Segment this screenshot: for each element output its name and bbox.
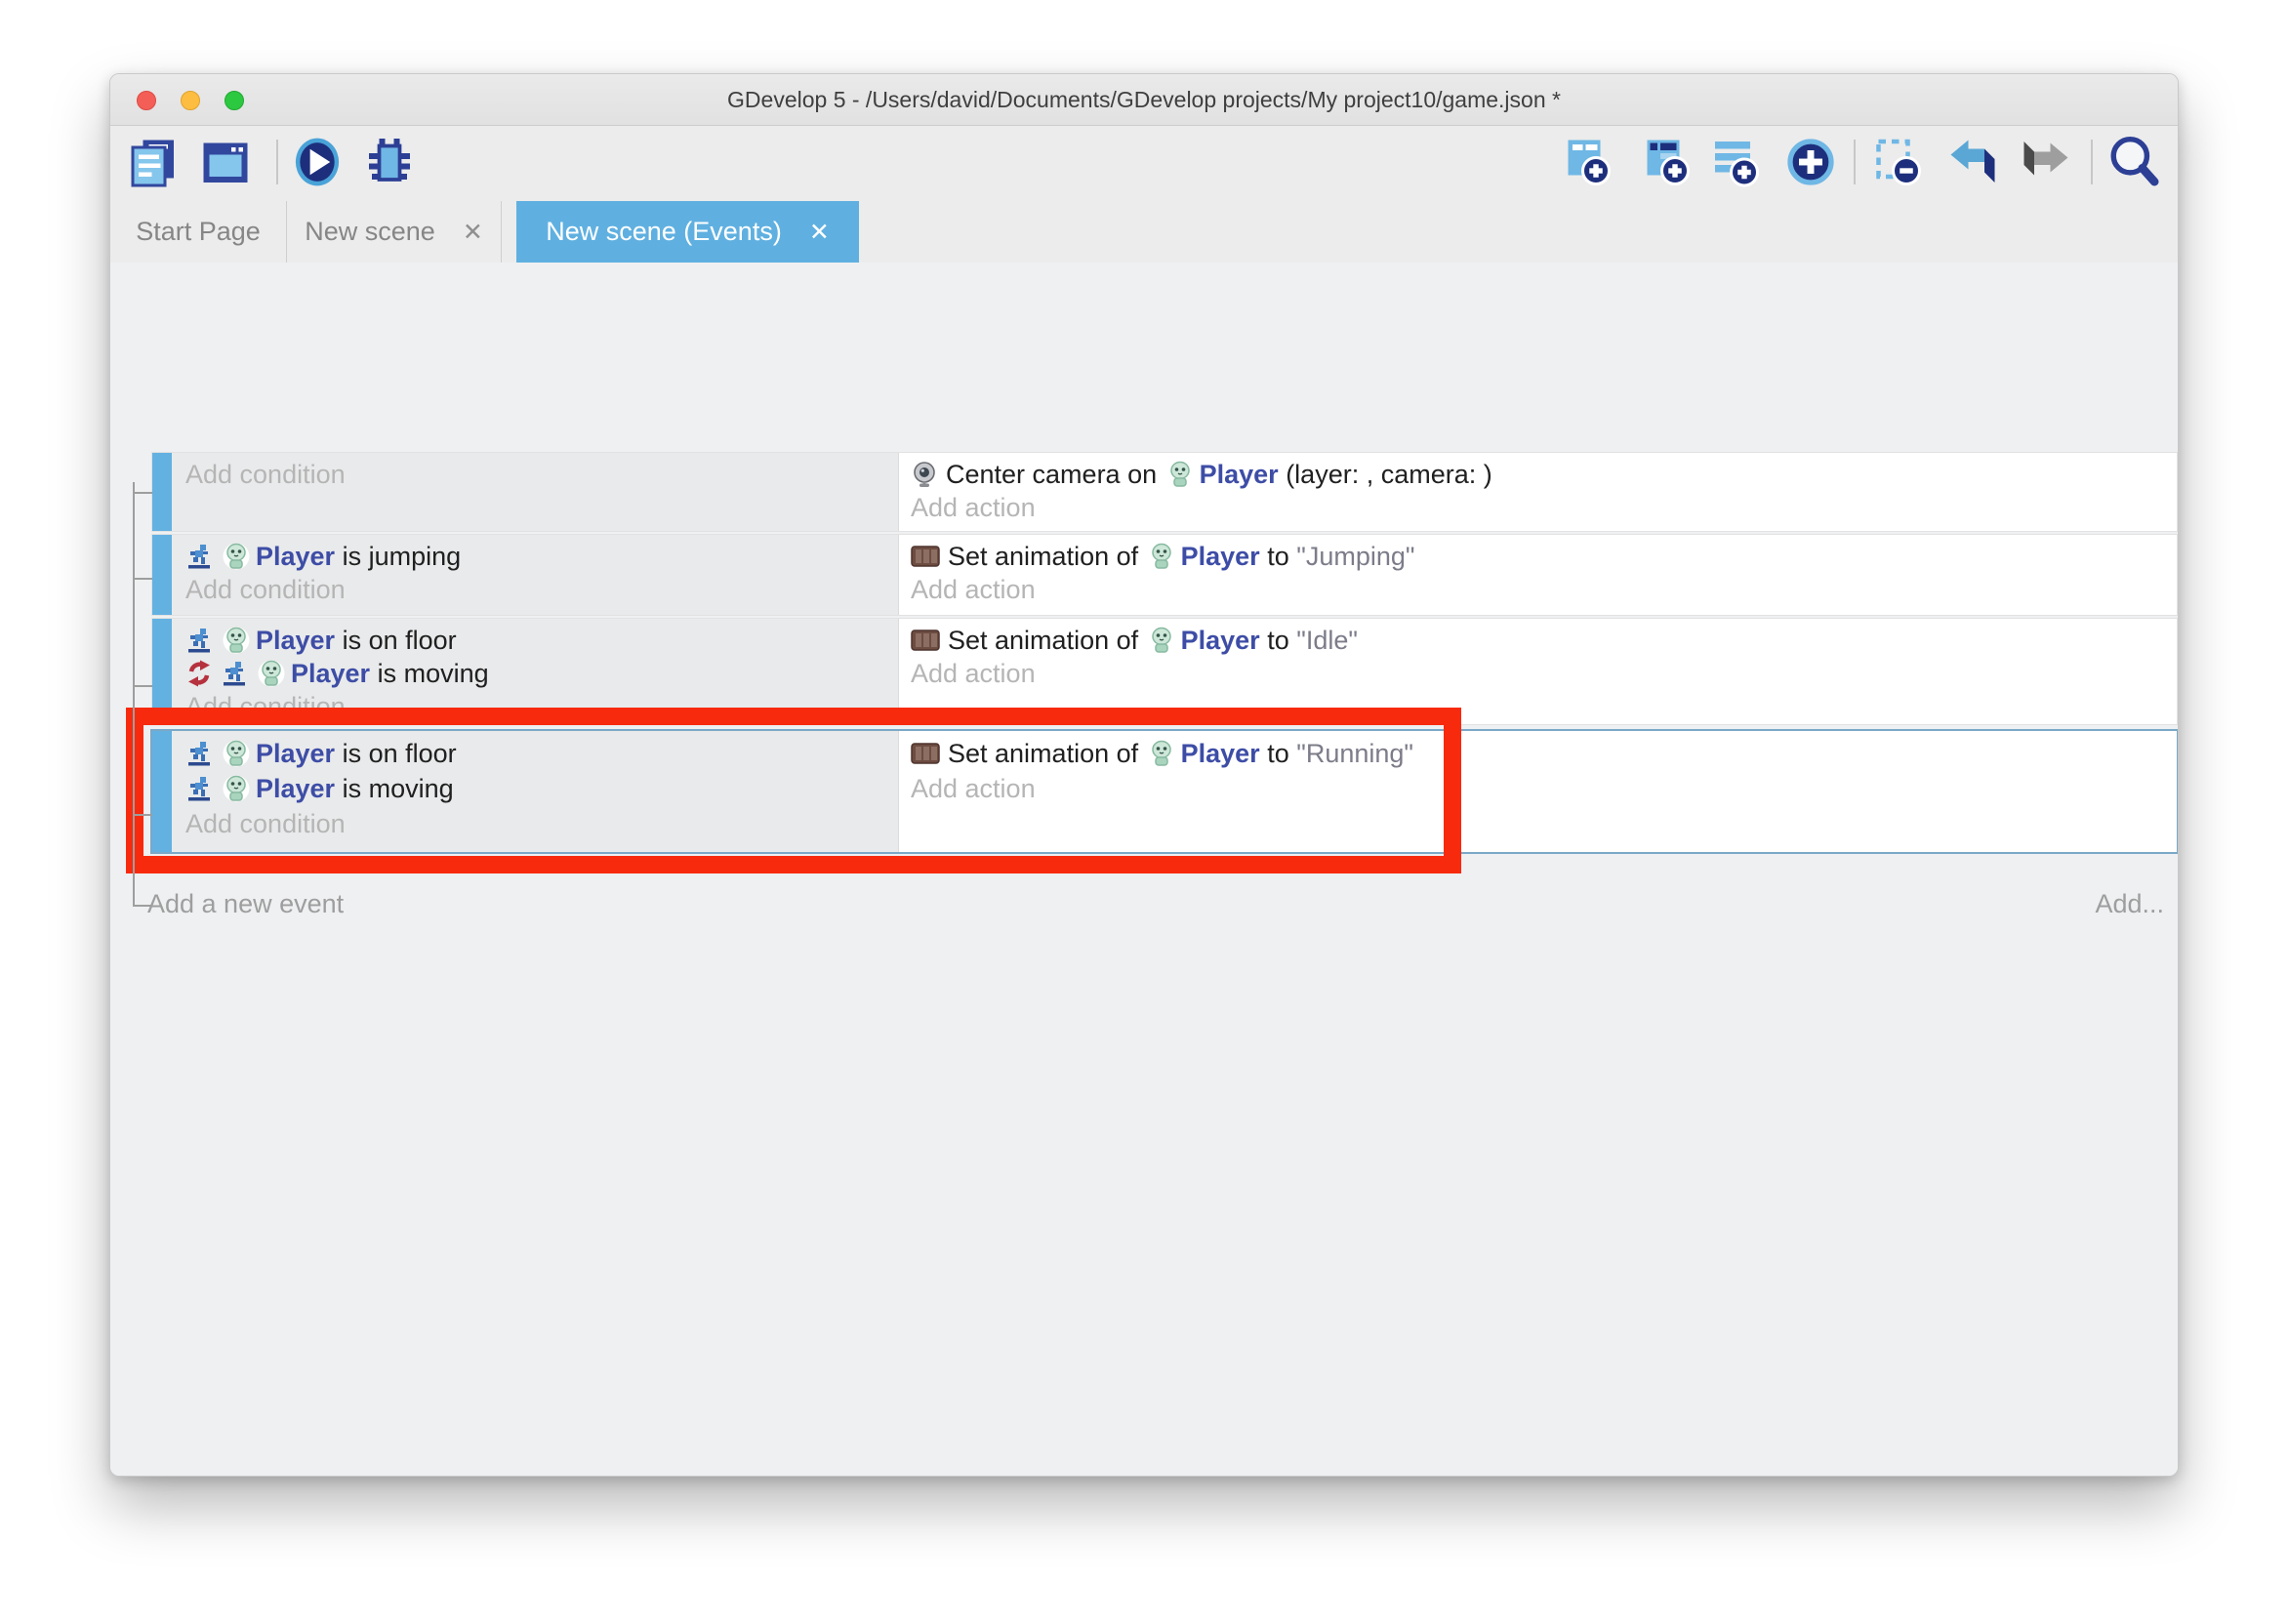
add-condition-link[interactable]: Add condition [185,573,884,606]
add-comment-button[interactable] [1708,134,1763,190]
actions-cell[interactable]: Set animation of Player to "Jumping" Ad [899,535,2177,615]
action-value: "Jumping" [1296,542,1414,572]
delete-selection-icon [1871,136,1924,188]
player-object-icon [223,542,250,571]
scene-editor-icon [199,136,252,188]
action-item[interactable]: Set animation of Player to "Jumping" [911,540,2165,573]
event-drag-handle[interactable] [152,535,172,615]
add-comment-icon [1709,136,1762,188]
camera-icon [911,461,938,488]
undo-button[interactable] [1945,134,2000,190]
tab-bar: Start Page New scene ✕ New scene (Events… [110,201,2178,263]
search-icon [2107,135,2162,189]
condition-item[interactable]: Player is on floor [185,624,884,657]
add-action-link[interactable]: Add action [911,657,2165,690]
player-object-icon [1148,542,1175,571]
conditions-cell[interactable]: Add condition [172,453,899,531]
add-event-icon [1561,136,1614,188]
add-action-link[interactable]: Add action [911,573,2165,606]
annotation-highlight [126,708,1461,873]
redo-icon [2020,136,2072,188]
conditions-cell[interactable]: Player is jumping Add condition [172,535,899,615]
object-name: Player [1181,542,1260,572]
toolbar-divider [276,140,278,184]
add-condition-link[interactable]: Add condition [185,458,884,491]
action-text: to [1260,542,1297,572]
screenshot-root: GDevelop 5 - /Users/david/Documents/GDev… [0,0,2288,1624]
object-name: Player [1181,626,1260,656]
events-sheet: Add condition Center camera on [110,263,2178,1476]
actions-cell[interactable]: Center camera on Player (layer: , camera… [899,453,2177,531]
add-more-link[interactable]: Add... [2095,887,2164,920]
toolbar [110,126,2178,201]
player-object-icon [1148,626,1175,655]
undo-icon [1946,136,1999,188]
gdevelop-window: GDevelop 5 - /Users/david/Documents/GDev… [109,73,2179,1477]
search-events-button[interactable] [2107,134,2162,190]
debug-button[interactable] [362,134,417,190]
condition-text: is jumping [335,542,461,572]
player-object-icon [223,626,250,655]
action-text: to [1260,626,1297,656]
platformer-behavior-icon [185,627,213,654]
delete-selection-button[interactable] [1870,134,1925,190]
scene-editor-button[interactable] [198,134,253,190]
redo-button[interactable] [2019,134,2073,190]
play-preview-icon [291,135,344,189]
condition-item[interactable]: Player is jumping [185,540,884,573]
project-manager-button[interactable] [126,134,181,190]
action-item[interactable]: Center camera on Player (layer: , camera… [911,458,2165,491]
add-more-button[interactable] [1783,134,1838,190]
action-item[interactable]: Set animation of Player to "Idle" [911,624,2165,657]
project-manager-icon [127,136,180,188]
event-row[interactable]: Add condition Center camera on [152,453,2177,531]
condition-text: is on floor [335,626,457,656]
traffic-lights [137,91,244,110]
action-value: "Idle" [1296,626,1358,656]
close-tab-icon[interactable]: ✕ [463,218,483,247]
platformer-behavior-icon [185,543,213,570]
minimize-window-button[interactable] [181,91,200,110]
zoom-window-button[interactable] [225,91,244,110]
add-action-link[interactable]: Add action [911,491,2165,524]
tab-label: Start Page [136,217,261,247]
player-object-icon [258,659,285,688]
player-object-icon [1166,460,1194,489]
action-text: Set animation of [948,542,1146,572]
platformer-behavior-icon [221,660,248,687]
animation-icon [911,546,940,567]
condition-text: is moving [370,659,489,689]
action-params: (layer: , camera: ) [1279,460,1492,490]
add-subevent-icon [1640,136,1693,188]
tab-label: New scene (Events) [546,217,782,247]
add-event-button[interactable] [1560,134,1614,190]
play-preview-button[interactable] [290,134,345,190]
action-text: Set animation of [948,626,1146,656]
animation-icon [911,629,940,651]
object-name: Player [1200,460,1279,490]
event-drag-handle[interactable] [152,453,172,531]
add-more-icon [1784,136,1837,188]
close-tab-icon[interactable]: ✕ [809,218,830,247]
object-name: Player [256,626,335,656]
debug-icon [363,136,416,188]
tab-label: New scene [305,217,435,247]
object-name: Player [291,659,370,689]
tab-new-scene[interactable]: New scene ✕ [287,201,502,263]
toolbar-divider [1854,140,1856,184]
condition-item[interactable]: Player is moving [185,657,884,690]
tab-start-page[interactable]: Start Page [110,201,287,263]
action-text: Center camera on [946,460,1164,490]
titlebar: GDevelop 5 - /Users/david/Documents/GDev… [110,74,2178,126]
close-window-button[interactable] [137,91,156,110]
window-title: GDevelop 5 - /Users/david/Documents/GDev… [110,74,2178,126]
tab-new-scene-events[interactable]: New scene (Events) ✕ [516,201,859,263]
add-subevent-button[interactable] [1639,134,1694,190]
toolbar-divider [2091,140,2093,184]
invert-condition-icon [185,660,213,687]
event-row[interactable]: Player is jumping Add condition Set ani [152,535,2177,615]
object-name: Player [256,542,335,572]
add-new-event-link[interactable]: Add a new event [147,887,344,920]
